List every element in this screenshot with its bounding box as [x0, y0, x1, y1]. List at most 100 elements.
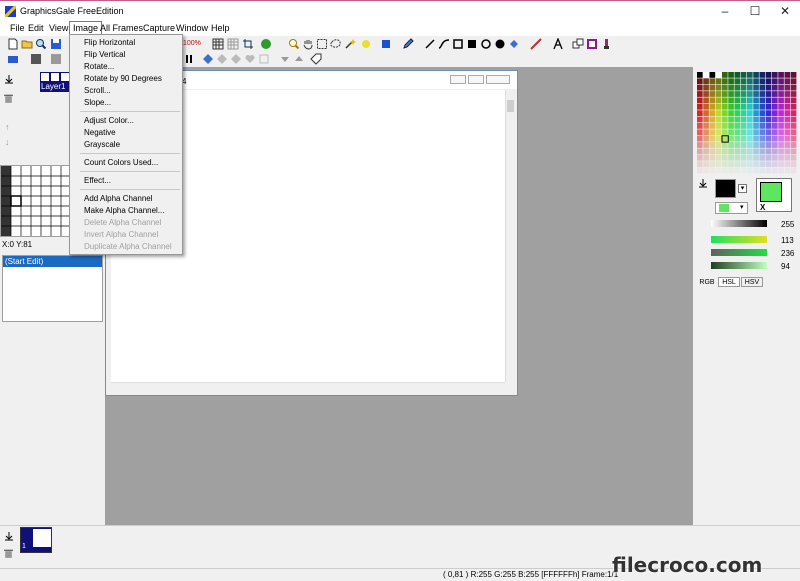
palette-swatch[interactable]: [759, 154, 766, 161]
shape-select-icon[interactable]: [380, 38, 392, 50]
doc-minimize-button[interactable]: [450, 75, 466, 84]
filled-ellipse-icon[interactable]: [494, 38, 506, 50]
palette-swatch[interactable]: [778, 116, 784, 123]
palette-swatch[interactable]: [778, 78, 784, 85]
menu-item-adjust-color[interactable]: Adjust Color...: [84, 116, 134, 125]
menu-item-make-alpha[interactable]: Make Alpha Channel...: [84, 206, 165, 215]
palette-swatch[interactable]: [759, 161, 766, 168]
move-up-icon[interactable]: ↑: [5, 122, 13, 132]
palette-swatch[interactable]: [728, 161, 734, 168]
tab-hsl[interactable]: HSL: [718, 277, 740, 287]
palette-swatch[interactable]: [722, 116, 728, 123]
palette-swatch[interactable]: [790, 72, 797, 78]
palette-swatch[interactable]: [722, 103, 728, 110]
tab-hsv[interactable]: HSV: [741, 277, 763, 287]
layer-lock-icon[interactable]: [51, 73, 59, 81]
palette-swatch[interactable]: [753, 148, 759, 155]
palette-swatch[interactable]: [697, 148, 703, 155]
zoom-tool-icon[interactable]: [288, 38, 300, 50]
palette-swatch[interactable]: [759, 142, 766, 148]
palette-swatch[interactable]: [790, 84, 797, 91]
palette-swatch[interactable]: [728, 91, 734, 97]
palette-swatch[interactable]: [765, 167, 772, 174]
palette-swatch[interactable]: [703, 142, 709, 148]
arrow-up-icon[interactable]: [293, 53, 305, 65]
palette-swatch[interactable]: [759, 129, 766, 136]
layer-view-icon[interactable]: [7, 53, 19, 65]
palette-swatch[interactable]: [759, 78, 766, 85]
brush-icon[interactable]: [600, 38, 612, 50]
palette-swatch[interactable]: [703, 78, 709, 85]
palette-swatch[interactable]: [772, 154, 778, 161]
palette-swatch[interactable]: [722, 97, 728, 104]
history-item[interactable]: (Start Edit): [3, 256, 102, 267]
palette-swatch[interactable]: [772, 103, 778, 110]
palette-swatch[interactable]: [728, 97, 734, 104]
palette-swatch[interactable]: [772, 110, 778, 117]
palette-swatch[interactable]: [753, 78, 759, 85]
palette-swatch[interactable]: [697, 167, 703, 174]
palette-swatch[interactable]: [784, 84, 791, 91]
curve-icon[interactable]: [438, 38, 450, 50]
tab-rgb[interactable]: RGB: [697, 277, 717, 287]
palette-swatch[interactable]: [715, 78, 722, 85]
palette-swatch[interactable]: [722, 142, 728, 148]
color-palette[interactable]: [697, 72, 797, 174]
palette-swatch[interactable]: [753, 116, 759, 123]
palette-swatch[interactable]: [740, 167, 747, 174]
palette-swatch[interactable]: [728, 116, 734, 123]
palette-swatch[interactable]: [790, 154, 797, 161]
palette-swatch[interactable]: [784, 123, 791, 129]
palette-swatch[interactable]: [778, 129, 784, 136]
palette-swatch[interactable]: [784, 167, 791, 174]
palette-swatch[interactable]: [784, 116, 791, 123]
color-mode-dropdown[interactable]: ▾: [715, 202, 748, 214]
palette-swatch[interactable]: [790, 148, 797, 155]
palette-swatch[interactable]: [765, 154, 772, 161]
palette-swatch[interactable]: [715, 167, 722, 174]
palette-swatch[interactable]: [709, 129, 716, 136]
palette-swatch[interactable]: [759, 123, 766, 129]
doc-maximize-button[interactable]: [468, 75, 484, 84]
palette-swatch[interactable]: [753, 167, 759, 174]
palette-swatch[interactable]: [740, 129, 747, 136]
layer-options-icon[interactable]: [30, 53, 42, 65]
palette-swatch[interactable]: [734, 154, 741, 161]
palette-swatch[interactable]: [778, 110, 784, 117]
palette-swatch[interactable]: [772, 78, 778, 85]
palette-swatch[interactable]: [778, 154, 784, 161]
palette-swatch[interactable]: [747, 142, 753, 148]
palette-swatch[interactable]: [753, 91, 759, 97]
secondary-color-swatch[interactable]: [760, 182, 782, 202]
palette-swatch[interactable]: [772, 97, 778, 104]
palette-swatch[interactable]: [740, 84, 747, 91]
palette-swatch[interactable]: [784, 91, 791, 97]
palette-swatch[interactable]: [703, 110, 709, 117]
palette-swatch[interactable]: [784, 110, 791, 117]
menu-all-frames[interactable]: All Frames: [97, 22, 146, 34]
magic-wand-icon[interactable]: [344, 38, 356, 50]
palette-swatch[interactable]: [753, 103, 759, 110]
layer-tool-icon[interactable]: [50, 53, 62, 65]
palette-swatch[interactable]: [778, 167, 784, 174]
palette-swatch[interactable]: [790, 161, 797, 168]
close-button[interactable]: ✕: [770, 1, 800, 21]
menu-view[interactable]: View: [46, 22, 71, 34]
palette-swatch[interactable]: [778, 161, 784, 168]
ellipse-icon[interactable]: [480, 38, 492, 50]
palette-swatch[interactable]: [772, 135, 778, 142]
palette-swatch[interactable]: [790, 123, 797, 129]
palette-swatch[interactable]: [715, 110, 722, 117]
menu-item-duplicate-alpha[interactable]: Duplicate Alpha Channel: [84, 242, 172, 251]
palette-swatch[interactable]: [734, 142, 741, 148]
palette-swatch[interactable]: [759, 103, 766, 110]
palette-swatch[interactable]: [722, 72, 728, 78]
palette-swatch[interactable]: [734, 103, 741, 110]
palette-swatch[interactable]: [734, 161, 741, 168]
palette-swatch[interactable]: [697, 142, 703, 148]
palette-swatch[interactable]: [715, 154, 722, 161]
palette-swatch[interactable]: [715, 148, 722, 155]
palette-swatch[interactable]: [778, 84, 784, 91]
palette-swatch[interactable]: [703, 167, 709, 174]
palette-swatch[interactable]: [740, 148, 747, 155]
